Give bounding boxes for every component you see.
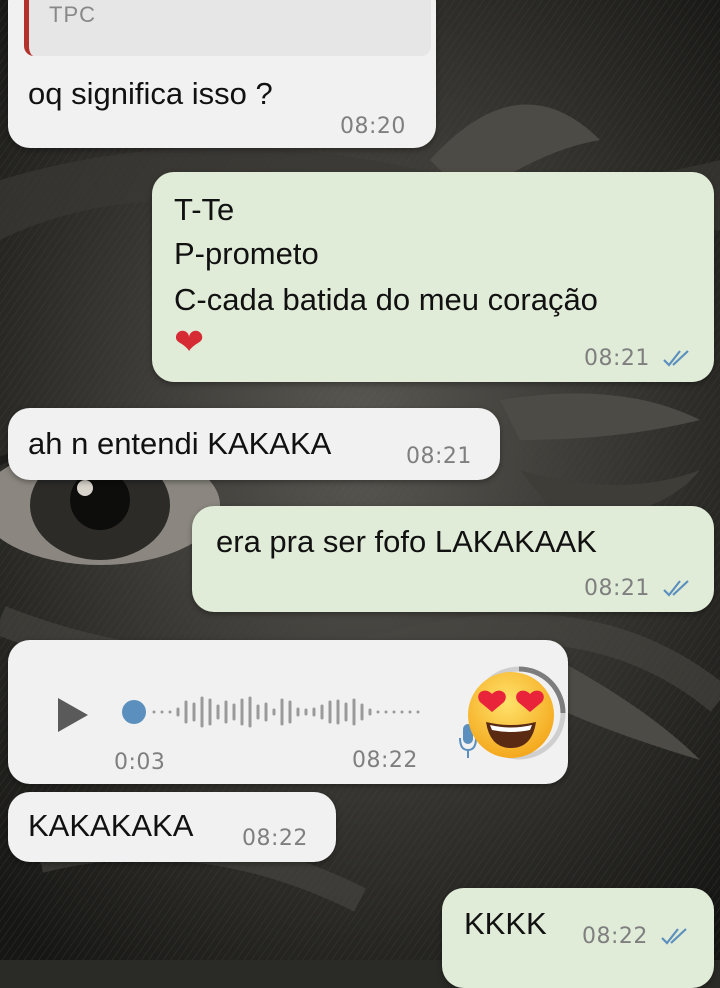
message-text: KKKK	[464, 906, 547, 941]
heart-eyes-emoji-icon	[468, 672, 554, 758]
quoted-message-text: TPC	[49, 2, 96, 27]
message-bubble-outgoing[interactable]: era pra ser fofo LAKAKAAK 08:21	[192, 506, 714, 612]
message-time: 08:22	[242, 826, 308, 851]
message-time: 08:21	[584, 576, 650, 601]
quoted-message[interactable]: TPC	[24, 0, 431, 56]
message-text: oq significa isso ?	[28, 76, 273, 111]
message-text: ah n entendi KAKAKA	[28, 426, 332, 461]
message-time: 08:22	[582, 924, 648, 949]
message-bubble-outgoing[interactable]: KKKK 08:22	[442, 888, 714, 988]
message-text: era pra ser fofo LAKAKAAK	[216, 524, 597, 559]
message-time: 08:21	[406, 444, 472, 469]
message-text-line: P-prometo	[174, 236, 319, 271]
double-check-icon	[663, 350, 689, 367]
message-time: 08:20	[340, 114, 406, 139]
message-bubble-incoming[interactable]: TPC oq significa isso ? 08:20	[8, 0, 436, 148]
message-text-line: C-cada batida do meu coração	[174, 282, 598, 317]
message-text: KAKAKAKA	[28, 808, 194, 843]
message-text-line: T-Te	[174, 192, 235, 227]
voice-duration: 0:03	[114, 750, 166, 775]
message-bubble-incoming[interactable]: KAKAKAKA 08:22	[8, 792, 336, 862]
message-time: 08:22	[352, 748, 418, 773]
message-bubble-outgoing[interactable]: T-Te P-prometo C-cada batida do meu cora…	[152, 172, 714, 382]
message-time: 08:21	[584, 346, 650, 371]
playback-position-handle[interactable]	[122, 700, 146, 724]
message-bubble-incoming[interactable]: ah n entendi KAKAKA 08:21	[8, 408, 500, 480]
double-check-icon	[663, 580, 689, 597]
heart-emoji: ❤	[174, 322, 205, 363]
play-button[interactable]	[58, 698, 88, 732]
audio-waveform[interactable]	[150, 692, 425, 732]
double-check-icon	[661, 928, 687, 945]
